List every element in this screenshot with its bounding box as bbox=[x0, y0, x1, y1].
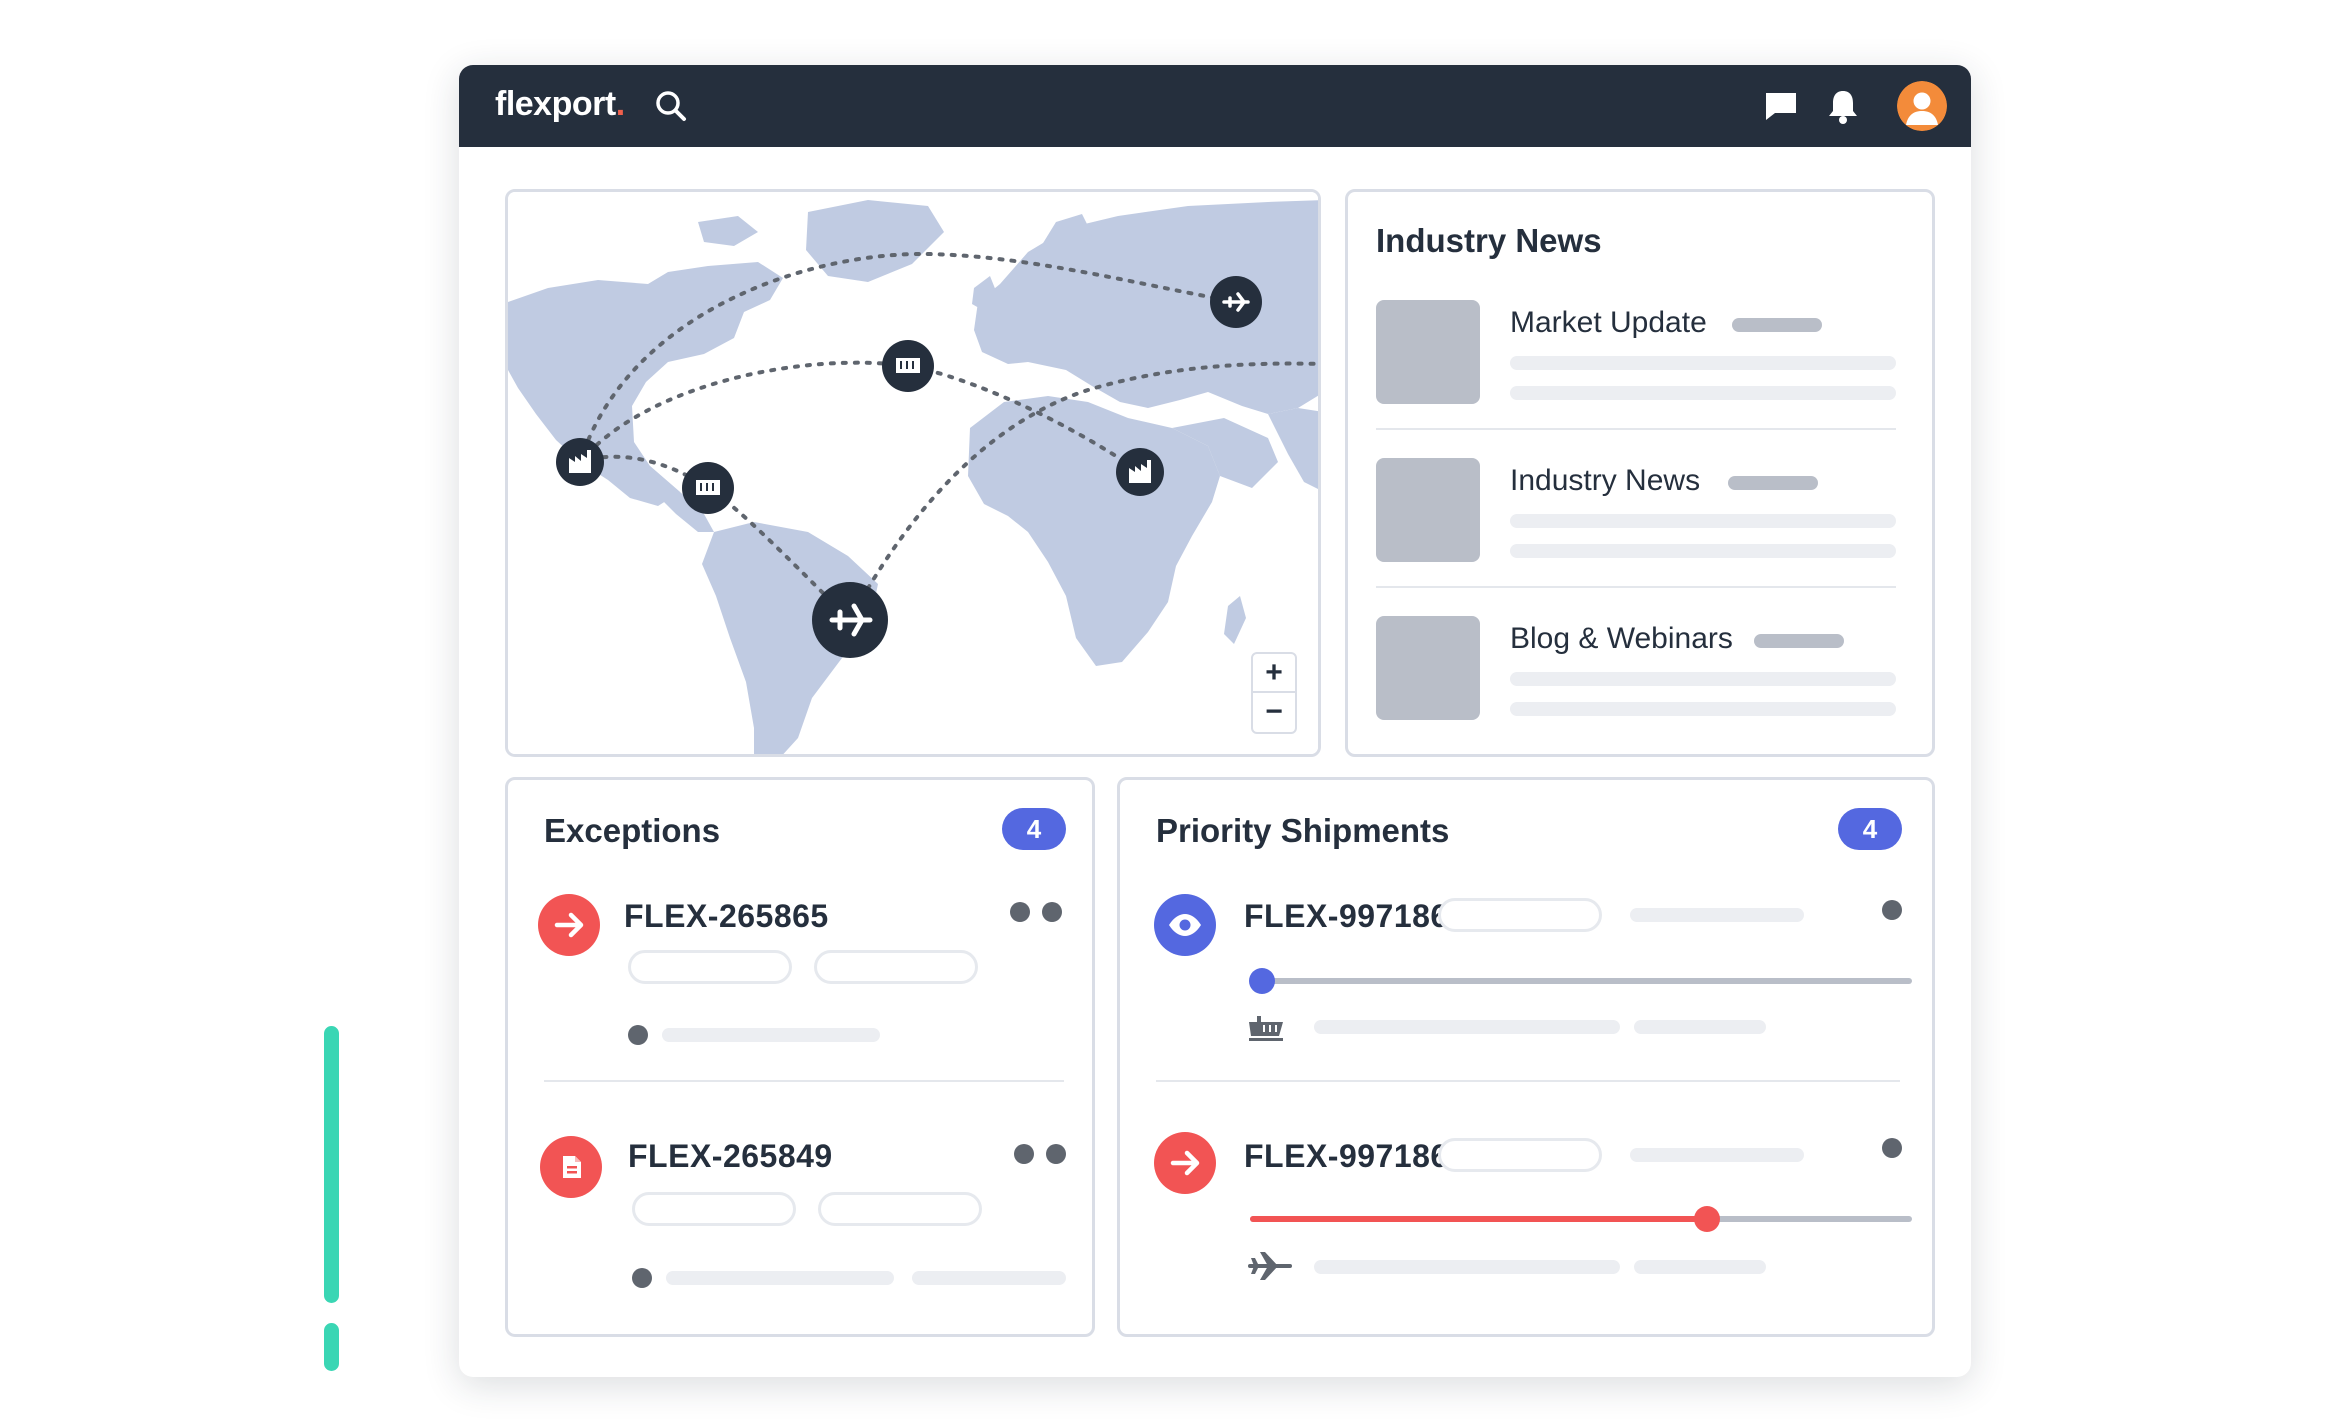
exception-id[interactable]: FLEX-265849 bbox=[628, 1138, 833, 1175]
news-thumbnail bbox=[1376, 300, 1480, 404]
airplane-marker-europe[interactable] bbox=[1210, 276, 1262, 328]
news-divider bbox=[1376, 586, 1896, 588]
priority-count-badge: 4 bbox=[1838, 808, 1902, 850]
news-item-industry-news[interactable]: Industry News bbox=[1376, 458, 1896, 564]
news-item-label: Market Update bbox=[1510, 306, 1707, 339]
shipment-progress-fill bbox=[1250, 1216, 1707, 1222]
text-placeholder bbox=[662, 1028, 880, 1042]
text-placeholder bbox=[912, 1271, 1066, 1285]
industry-news-title: Industry News bbox=[1376, 222, 1602, 259]
news-tag-placeholder bbox=[1728, 476, 1818, 490]
map-zoom-controls: + − bbox=[1251, 652, 1297, 734]
zoom-in-button[interactable]: + bbox=[1253, 654, 1295, 693]
avatar[interactable] bbox=[1897, 81, 1947, 131]
airplane-icon bbox=[1248, 1252, 1292, 1280]
news-item-market-update[interactable]: Market Update bbox=[1376, 300, 1896, 406]
shipment-id[interactable]: FLEX-997186 bbox=[1244, 898, 1449, 935]
exceptions-count-badge: 4 bbox=[1002, 808, 1066, 850]
tag-placeholder bbox=[628, 950, 792, 984]
shipment-progress-track bbox=[1249, 968, 1912, 994]
status-dot bbox=[1014, 1144, 1034, 1164]
text-placeholder bbox=[1630, 1148, 1804, 1162]
news-text-placeholder bbox=[1510, 544, 1896, 558]
news-text-placeholder bbox=[1510, 386, 1896, 400]
shipment-progress-track bbox=[1250, 1206, 1912, 1232]
airplane-marker-south-america[interactable] bbox=[812, 582, 888, 658]
news-item-label: Blog & Webinars bbox=[1510, 622, 1733, 655]
shipment-progress-knob[interactable] bbox=[1249, 968, 1275, 994]
shipment-map[interactable]: + − bbox=[505, 189, 1321, 757]
text-placeholder bbox=[1634, 1260, 1766, 1274]
accent-bar-small bbox=[324, 1323, 339, 1371]
top-navigation-bar: flexport. bbox=[459, 65, 1971, 147]
document-icon bbox=[540, 1136, 602, 1198]
status-dot bbox=[1882, 1138, 1902, 1158]
text-placeholder bbox=[1634, 1020, 1766, 1034]
factory-marker-americas[interactable] bbox=[556, 438, 604, 486]
news-item-blog-webinars[interactable]: Blog & Webinars bbox=[1376, 616, 1896, 722]
tag-placeholder bbox=[1438, 1138, 1602, 1172]
news-text-placeholder bbox=[1510, 514, 1896, 528]
ship-marker-atlantic[interactable] bbox=[882, 340, 934, 392]
priority-shipments-card: Priority Shipments 4 FLEX-997186 FLEX-99… bbox=[1117, 777, 1935, 1337]
news-text-placeholder bbox=[1510, 356, 1896, 370]
news-thumbnail bbox=[1376, 616, 1480, 720]
arrow-right-icon bbox=[1154, 1132, 1216, 1194]
news-item-label: Industry News bbox=[1510, 464, 1701, 497]
shipment-progress-knob[interactable] bbox=[1693, 1206, 1720, 1232]
priority-divider bbox=[1156, 1080, 1900, 1082]
priority-shipments-title: Priority Shipments bbox=[1156, 812, 1450, 849]
zoom-out-button[interactable]: − bbox=[1253, 693, 1295, 732]
text-placeholder bbox=[1314, 1260, 1620, 1274]
news-tag-placeholder bbox=[1754, 634, 1844, 648]
industry-news-card: Industry News Market Update Industry New… bbox=[1345, 189, 1935, 757]
news-divider bbox=[1376, 428, 1896, 430]
ship-icon bbox=[1249, 1016, 1283, 1041]
tag-placeholder bbox=[814, 950, 978, 984]
arrow-right-icon bbox=[538, 894, 600, 956]
news-text-placeholder bbox=[1510, 702, 1896, 716]
bell-icon[interactable] bbox=[1823, 86, 1863, 126]
exceptions-card: Exceptions 4 FLEX-265865 FLEX-265849 bbox=[505, 777, 1095, 1337]
exceptions-divider bbox=[544, 1080, 1064, 1082]
status-dot bbox=[1042, 902, 1062, 922]
exception-id[interactable]: FLEX-265865 bbox=[624, 898, 829, 935]
search-icon[interactable] bbox=[651, 86, 691, 126]
flexport-logo[interactable]: flexport. bbox=[495, 85, 625, 124]
text-placeholder bbox=[666, 1271, 894, 1285]
news-thumbnail bbox=[1376, 458, 1480, 562]
text-placeholder bbox=[1314, 1020, 1620, 1034]
exceptions-title: Exceptions bbox=[544, 812, 721, 849]
tag-placeholder bbox=[1438, 898, 1602, 932]
shipment-id[interactable]: FLEX-997186 bbox=[1244, 1138, 1449, 1175]
status-dot bbox=[628, 1025, 648, 1045]
tag-placeholder bbox=[818, 1192, 982, 1226]
status-dot bbox=[1010, 902, 1030, 922]
tag-placeholder bbox=[632, 1192, 796, 1226]
eye-icon bbox=[1154, 894, 1216, 956]
world-map-graphic bbox=[508, 192, 1318, 754]
chat-icon[interactable] bbox=[1761, 86, 1801, 126]
dashboard-window: flexport. + − Industry News Market Updat… bbox=[459, 65, 1971, 1377]
accent-bar bbox=[324, 1026, 339, 1303]
news-text-placeholder bbox=[1510, 672, 1896, 686]
text-placeholder bbox=[1630, 908, 1804, 922]
factory-marker-africa[interactable] bbox=[1116, 448, 1164, 496]
news-tag-placeholder bbox=[1732, 318, 1822, 332]
status-dot bbox=[1882, 900, 1902, 920]
ship-marker-caribbean[interactable] bbox=[682, 462, 734, 514]
status-dot bbox=[1046, 1144, 1066, 1164]
status-dot bbox=[632, 1268, 652, 1288]
